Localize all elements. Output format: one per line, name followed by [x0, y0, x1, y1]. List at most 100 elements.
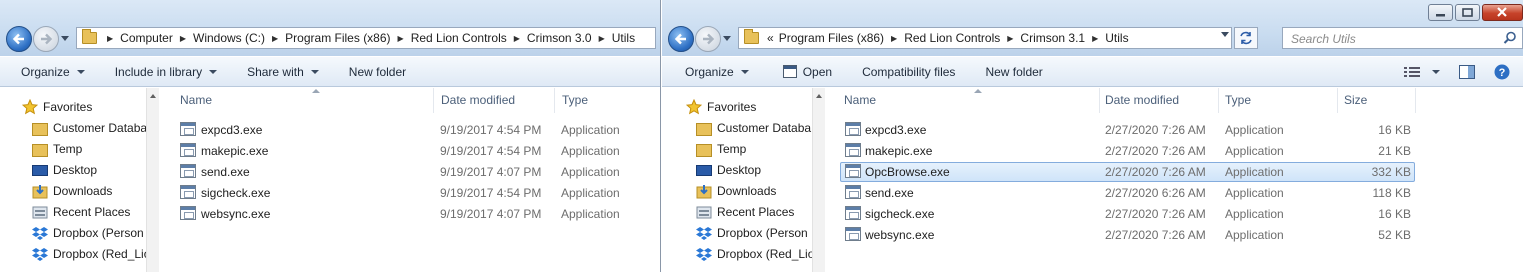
file-row[interactable]: send.exe 2/27/2020 6:26 AM Application 1…	[840, 183, 1415, 203]
file-row[interactable]: makepic.exe 2/27/2020 7:26 AM Applicatio…	[840, 141, 1415, 161]
column-header-label: Name	[180, 93, 213, 107]
dropbox-icon	[32, 227, 48, 240]
file-row[interactable]: expcd3.exe 2/27/2020 7:26 AM Application…	[840, 120, 1415, 140]
address-history-chevron-icon[interactable]	[1221, 32, 1229, 37]
address-bar[interactable]: « Program Files (x86) ▶ Red Lion Control…	[738, 27, 1232, 49]
breadcrumb-red-lion[interactable]: Red Lion Controls	[901, 31, 1003, 45]
organize-button[interactable]: Organize	[0, 65, 97, 79]
file-row[interactable]: makepic.exe 9/19/2017 4:54 PM Applicatio…	[176, 141, 656, 161]
file-row[interactable]: sigcheck.exe 9/19/2017 4:54 PM Applicati…	[176, 183, 656, 203]
breadcrumb-program-files[interactable]: Program Files (x86)	[282, 31, 393, 45]
nav-downloads[interactable]: Downloads	[32, 181, 146, 201]
scroll-up-arrow-icon[interactable]	[816, 94, 822, 98]
new-folder-label: New folder	[985, 64, 1043, 79]
file-row[interactable]: websync.exe 9/19/2017 4:07 PM Applicatio…	[176, 204, 656, 224]
column-header-name[interactable]: Name	[174, 88, 434, 113]
nav-pane-scrollbar[interactable]	[812, 88, 825, 272]
file-row[interactable]: expcd3.exe 9/19/2017 4:54 PM Application	[176, 120, 656, 140]
nav-downloads[interactable]: Downloads	[696, 181, 812, 201]
application-icon	[180, 143, 196, 157]
nav-label: Downloads	[717, 184, 777, 198]
help-button[interactable]: ?	[1494, 57, 1510, 87]
forward-arrow-icon	[703, 33, 715, 45]
nav-desktop[interactable]: Desktop	[696, 160, 812, 180]
nav-pane-scrollbar[interactable]	[146, 88, 159, 272]
breadcrumb-chevron-icon[interactable]: ▶	[103, 34, 117, 43]
open-button[interactable]: Open	[761, 65, 844, 79]
breadcrumb-utils[interactable]: Utils	[1102, 31, 1131, 45]
nav-dropbox-red-lion[interactable]: Dropbox (Red_Lio	[696, 244, 812, 264]
back-button[interactable]	[668, 26, 694, 52]
file-type: Application	[561, 207, 620, 221]
breadcrumb-chevron-icon[interactable]: ▶	[176, 34, 190, 43]
breadcrumb-chevron-icon[interactable]: ▶	[595, 34, 609, 43]
nav-temp[interactable]: Temp	[696, 139, 812, 159]
back-button[interactable]	[6, 26, 32, 52]
breadcrumb-chevron-icon[interactable]: ▶	[268, 34, 282, 43]
column-header-date[interactable]: Date modified	[1099, 88, 1219, 113]
nav-dropbox-personal[interactable]: Dropbox (Person	[32, 223, 146, 243]
breadcrumb-crimson[interactable]: Crimson 3.0	[524, 31, 595, 45]
refresh-button[interactable]	[1234, 27, 1258, 49]
include-in-library-button[interactable]: Include in library	[97, 65, 229, 79]
recent-pages-chevron-icon[interactable]	[61, 36, 69, 41]
search-input[interactable]: Search Utils	[1282, 27, 1523, 49]
file-row[interactable]: send.exe 9/19/2017 4:07 PM Application	[176, 162, 656, 182]
breadcrumb-chevron-icon[interactable]: ▶	[510, 34, 524, 43]
forward-button[interactable]	[695, 26, 721, 52]
nav-label: Desktop	[717, 163, 762, 177]
organize-button[interactable]: Organize	[662, 65, 761, 79]
column-header-size[interactable]: Size	[1338, 88, 1416, 113]
breadcrumb-computer[interactable]: Computer	[117, 31, 176, 45]
breadcrumb-chevron-icon[interactable]: ▶	[887, 34, 901, 43]
breadcrumb-chevron-icon[interactable]: ▶	[394, 34, 408, 43]
file-list: Name Date modified Type expcd3.exe 9/19/…	[160, 88, 660, 272]
breadcrumb-program-files[interactable]: Program Files (x86)	[776, 31, 887, 45]
column-header-name[interactable]: Name	[838, 88, 1100, 113]
nav-customer-database[interactable]: Customer Databa	[696, 118, 812, 138]
recent-pages-chevron-icon[interactable]	[723, 36, 731, 41]
new-folder-button[interactable]: New folder	[967, 65, 1054, 79]
nav-recent-places[interactable]: Recent Places	[696, 202, 812, 222]
forward-button[interactable]	[33, 26, 59, 52]
column-header-type[interactable]: Type	[556, 88, 660, 113]
breadcrumb-crimson[interactable]: Crimson 3.1	[1017, 31, 1088, 45]
search-placeholder: Search Utils	[1291, 32, 1356, 46]
nav-favorites[interactable]: Favorites	[22, 97, 146, 117]
nav-customer-database[interactable]: Customer Databa	[32, 118, 146, 138]
column-header-date[interactable]: Date modified	[435, 88, 555, 113]
nav-favorites[interactable]: Favorites	[686, 97, 810, 117]
breadcrumb-windows-c[interactable]: Windows (C:)	[190, 31, 268, 45]
new-folder-button[interactable]: New folder	[331, 65, 418, 79]
file-row[interactable]: websync.exe 2/27/2020 7:26 AM Applicatio…	[840, 225, 1415, 245]
breadcrumb-overflow[interactable]: «	[765, 31, 776, 45]
breadcrumb-red-lion[interactable]: Red Lion Controls	[408, 31, 510, 45]
nav-desktop[interactable]: Desktop	[32, 160, 146, 180]
nav-label: Customer Databa	[717, 121, 812, 135]
maximize-button[interactable]	[1455, 4, 1480, 21]
nav-dropbox-personal[interactable]: Dropbox (Person	[696, 223, 812, 243]
file-name: expcd3.exe	[201, 123, 263, 137]
column-header-label: Type	[1225, 93, 1252, 107]
column-header-row: Name Date modified Type Size	[826, 88, 1523, 113]
close-icon	[1497, 7, 1507, 17]
scroll-up-arrow-icon[interactable]	[150, 94, 156, 98]
breadcrumb-chevron-icon[interactable]: ▶	[1088, 34, 1102, 43]
nav-recent-places[interactable]: Recent Places	[32, 202, 146, 222]
compatibility-files-button[interactable]: Compatibility files	[844, 65, 967, 79]
address-bar[interactable]: ▶ Computer ▶ Windows (C:) ▶ Program File…	[76, 27, 656, 49]
preview-pane-button[interactable]	[1459, 57, 1475, 87]
change-view-button[interactable]	[1404, 57, 1440, 87]
share-with-button[interactable]: Share with	[229, 65, 331, 79]
file-row-selected[interactable]: OpcBrowse.exe 2/27/2020 7:26 AM Applicat…	[840, 162, 1415, 182]
file-row[interactable]: sigcheck.exe 2/27/2020 7:26 AM Applicati…	[840, 204, 1415, 224]
nav-dropbox-red-lion[interactable]: Dropbox (Red_Lio	[32, 244, 146, 264]
close-button[interactable]	[1482, 4, 1523, 21]
file-name: expcd3.exe	[865, 123, 927, 137]
file-list: Name Date modified Type Size expcd3.exe …	[826, 88, 1523, 272]
minimize-button[interactable]	[1428, 4, 1453, 21]
breadcrumb-utils[interactable]: Utils	[609, 31, 638, 45]
nav-temp[interactable]: Temp	[32, 139, 146, 159]
column-header-type[interactable]: Type	[1219, 88, 1338, 113]
breadcrumb-chevron-icon[interactable]: ▶	[1003, 34, 1017, 43]
